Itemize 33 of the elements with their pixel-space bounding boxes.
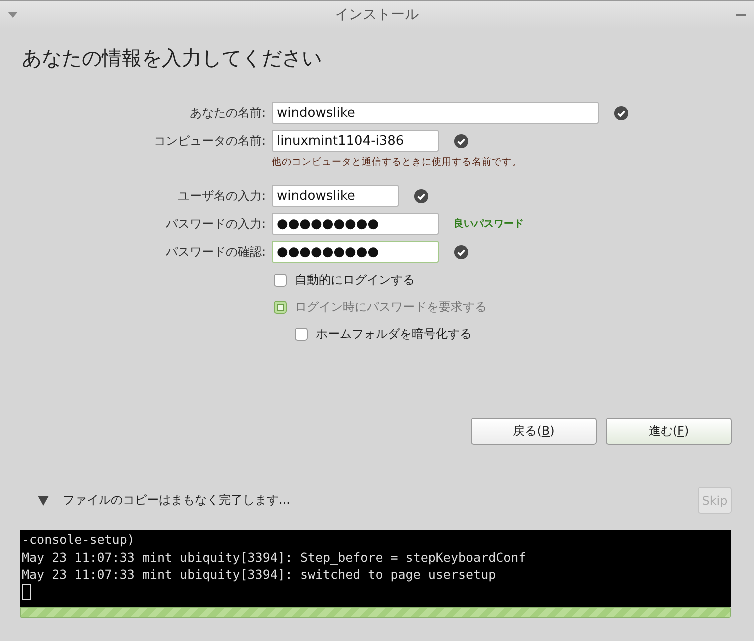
text-field[interactable]: ●●●●●●●●● <box>272 241 439 263</box>
window-title: インストール <box>335 6 419 24</box>
checkmark-icon <box>414 188 429 204</box>
text-field[interactable]: windowslike <box>272 102 599 124</box>
checkbox[interactable] <box>274 274 287 287</box>
field-label: ユーザ名の入力: <box>176 188 266 204</box>
checkmark-icon <box>454 134 469 148</box>
field-label: あなたの名前: <box>188 104 266 122</box>
password-strength: 良いパスワード <box>454 217 524 231</box>
text-field[interactable]: ●●●●●●●●● <box>272 213 439 235</box>
console-line: -console-setup) <box>22 531 136 548</box>
progress-text: ファイルのコピーはまもなく完了します... <box>63 492 292 509</box>
checkbox-label: ログイン時にパスワードを要求する <box>295 299 487 316</box>
back-button[interactable]: 戻る(B) <box>471 418 597 445</box>
minimize-icon[interactable] <box>736 14 746 16</box>
console-line: May 23 11:07:33 mint ubiquity[3394]: Step_before = stepKeyboardConf <box>22 548 528 566</box>
text-cursor <box>22 584 31 600</box>
console-line: May 23 11:07:33 mint ubiquity[3394]: switched to page usersetup <box>22 566 498 584</box>
field-hint: 他のコンピュータと通信するときに使用する名前です。 <box>272 156 523 169</box>
text-field[interactable]: windowslike <box>272 185 399 207</box>
checkbox[interactable] <box>295 328 308 341</box>
page-heading: あなたの情報を入力してください <box>22 45 323 72</box>
checkbox-label: 自動的にログインする <box>295 272 415 289</box>
menu-arrow-icon[interactable] <box>8 12 18 18</box>
forward-button[interactable]: 進む(F) <box>606 418 732 445</box>
field-label: パスワードの確認: <box>164 244 266 260</box>
field-label: コンピュータの名前: <box>152 132 266 150</box>
checkmark-icon <box>614 106 629 120</box>
expander-icon[interactable] <box>38 496 49 506</box>
checkmark-icon <box>454 244 469 260</box>
checkbox-label: ホームフォルダを暗号化する <box>316 326 472 343</box>
field-label: パスワードの入力: <box>164 216 266 232</box>
text-field[interactable]: linuxmint1104-i386 <box>272 130 439 152</box>
